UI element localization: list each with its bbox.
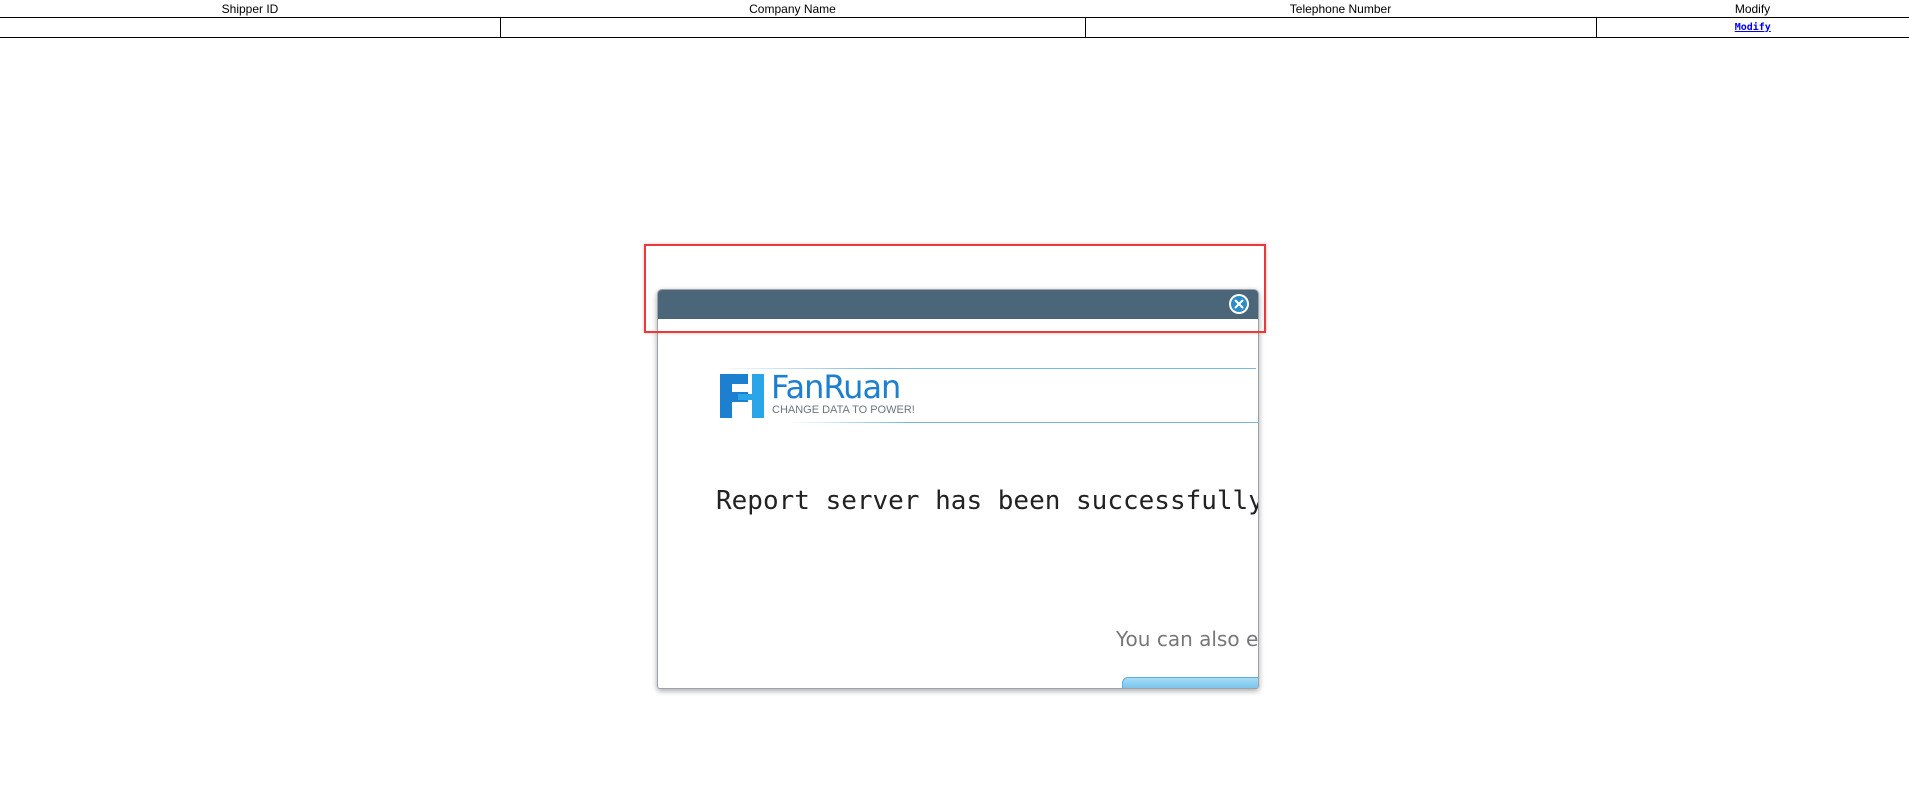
header-shipper-id: Shipper ID [0,0,500,18]
cell-shipper-id [0,17,501,38]
cell-telephone [1085,17,1597,38]
logo-divider-bottom [788,422,1258,423]
close-icon[interactable] [1229,294,1249,314]
modify-link[interactable]: Modify [1735,22,1771,33]
cell-company-name [500,17,1086,38]
report-table: Shipper ID Company Name Telephone Number… [0,0,1909,38]
page: Shipper ID Company Name Telephone Number… [0,0,1909,793]
fanruan-logo-icon [716,370,766,425]
dialog-titlebar[interactable] [658,290,1258,319]
table-row: Modify [0,17,1909,38]
cell-modify: Modify [1596,17,1909,38]
header-company-name: Company Name [500,0,1085,18]
brand-name: FanRuan [771,368,901,406]
header-telephone-number: Telephone Number [1085,0,1596,18]
dialog-subtext: You can also e [1116,627,1259,651]
success-message: Report server has been successfully [716,486,1259,516]
header-modify: Modify [1596,0,1909,18]
brand-tagline: CHANGE DATA TO POWER! [772,404,915,416]
table-header-row: Shipper ID Company Name Telephone Number… [0,0,1909,18]
welcome-dialog: FanRuan CHANGE DATA TO POWER! Report ser… [657,289,1259,689]
dialog-action-button[interactable] [1122,677,1258,688]
